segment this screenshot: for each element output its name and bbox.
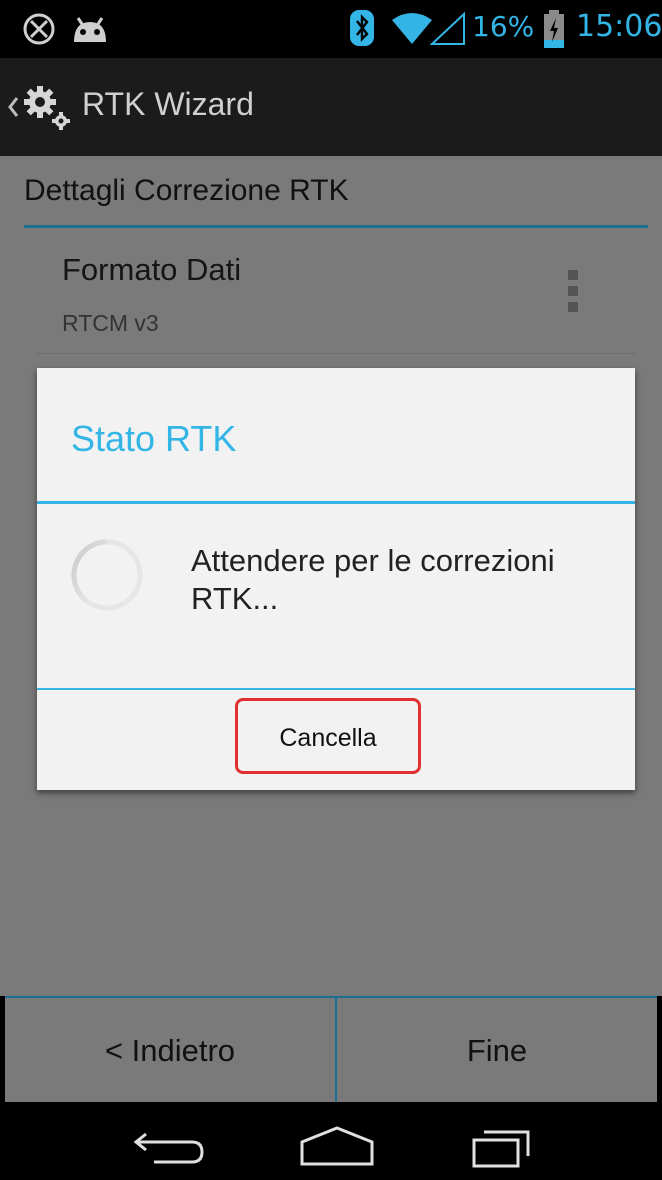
overflow-menu-icon[interactable] — [568, 270, 580, 314]
section-divider — [24, 225, 648, 228]
preference-summary: RTCM v3 — [62, 310, 159, 336]
back-icon[interactable] — [132, 1122, 208, 1170]
action-bar: RTK Wizard — [0, 58, 662, 156]
back-button[interactable]: < Indietro — [5, 998, 335, 1104]
dialog-title-divider — [37, 501, 635, 504]
chevron-left-icon — [8, 97, 19, 117]
status-bar: 16% 15:06 — [0, 0, 662, 58]
progress-spinner-icon — [71, 539, 143, 611]
section-header: Dettagli Correzione RTK — [24, 174, 349, 207]
progress-dialog: Stato RTK Attendere per le correzioni RT… — [37, 368, 635, 790]
wizard-button-bar: < Indietro Fine — [5, 996, 657, 1104]
preference-title: Formato Dati — [62, 252, 242, 287]
blocked-icon — [23, 13, 55, 45]
cancel-button-label: Cancella — [279, 723, 377, 752]
back-button-label: < Indietro — [104, 1033, 236, 1068]
dialog-button-divider — [37, 688, 635, 690]
up-button[interactable] — [6, 80, 74, 134]
signal-icon — [429, 12, 465, 45]
preference-divider — [36, 353, 636, 354]
navigation-bar — [0, 1102, 662, 1180]
status-time: 15:06 — [576, 9, 662, 44]
finish-button-label: Fine — [466, 1033, 528, 1068]
home-icon[interactable] — [298, 1122, 376, 1170]
finish-button[interactable]: Fine — [337, 998, 657, 1104]
battery-charging-icon — [544, 10, 564, 48]
bluetooth-icon — [350, 10, 374, 46]
app-title: RTK Wizard — [82, 86, 254, 122]
cancel-button[interactable]: Cancella — [235, 698, 421, 774]
gear-icon — [24, 86, 70, 130]
dialog-title: Stato RTK — [71, 418, 237, 459]
android-icon — [74, 17, 106, 42]
recents-icon[interactable] — [470, 1122, 534, 1170]
battery-percentage: 16% — [472, 10, 535, 43]
dialog-message: Attendere per le correzioni RTK... — [191, 543, 555, 616]
